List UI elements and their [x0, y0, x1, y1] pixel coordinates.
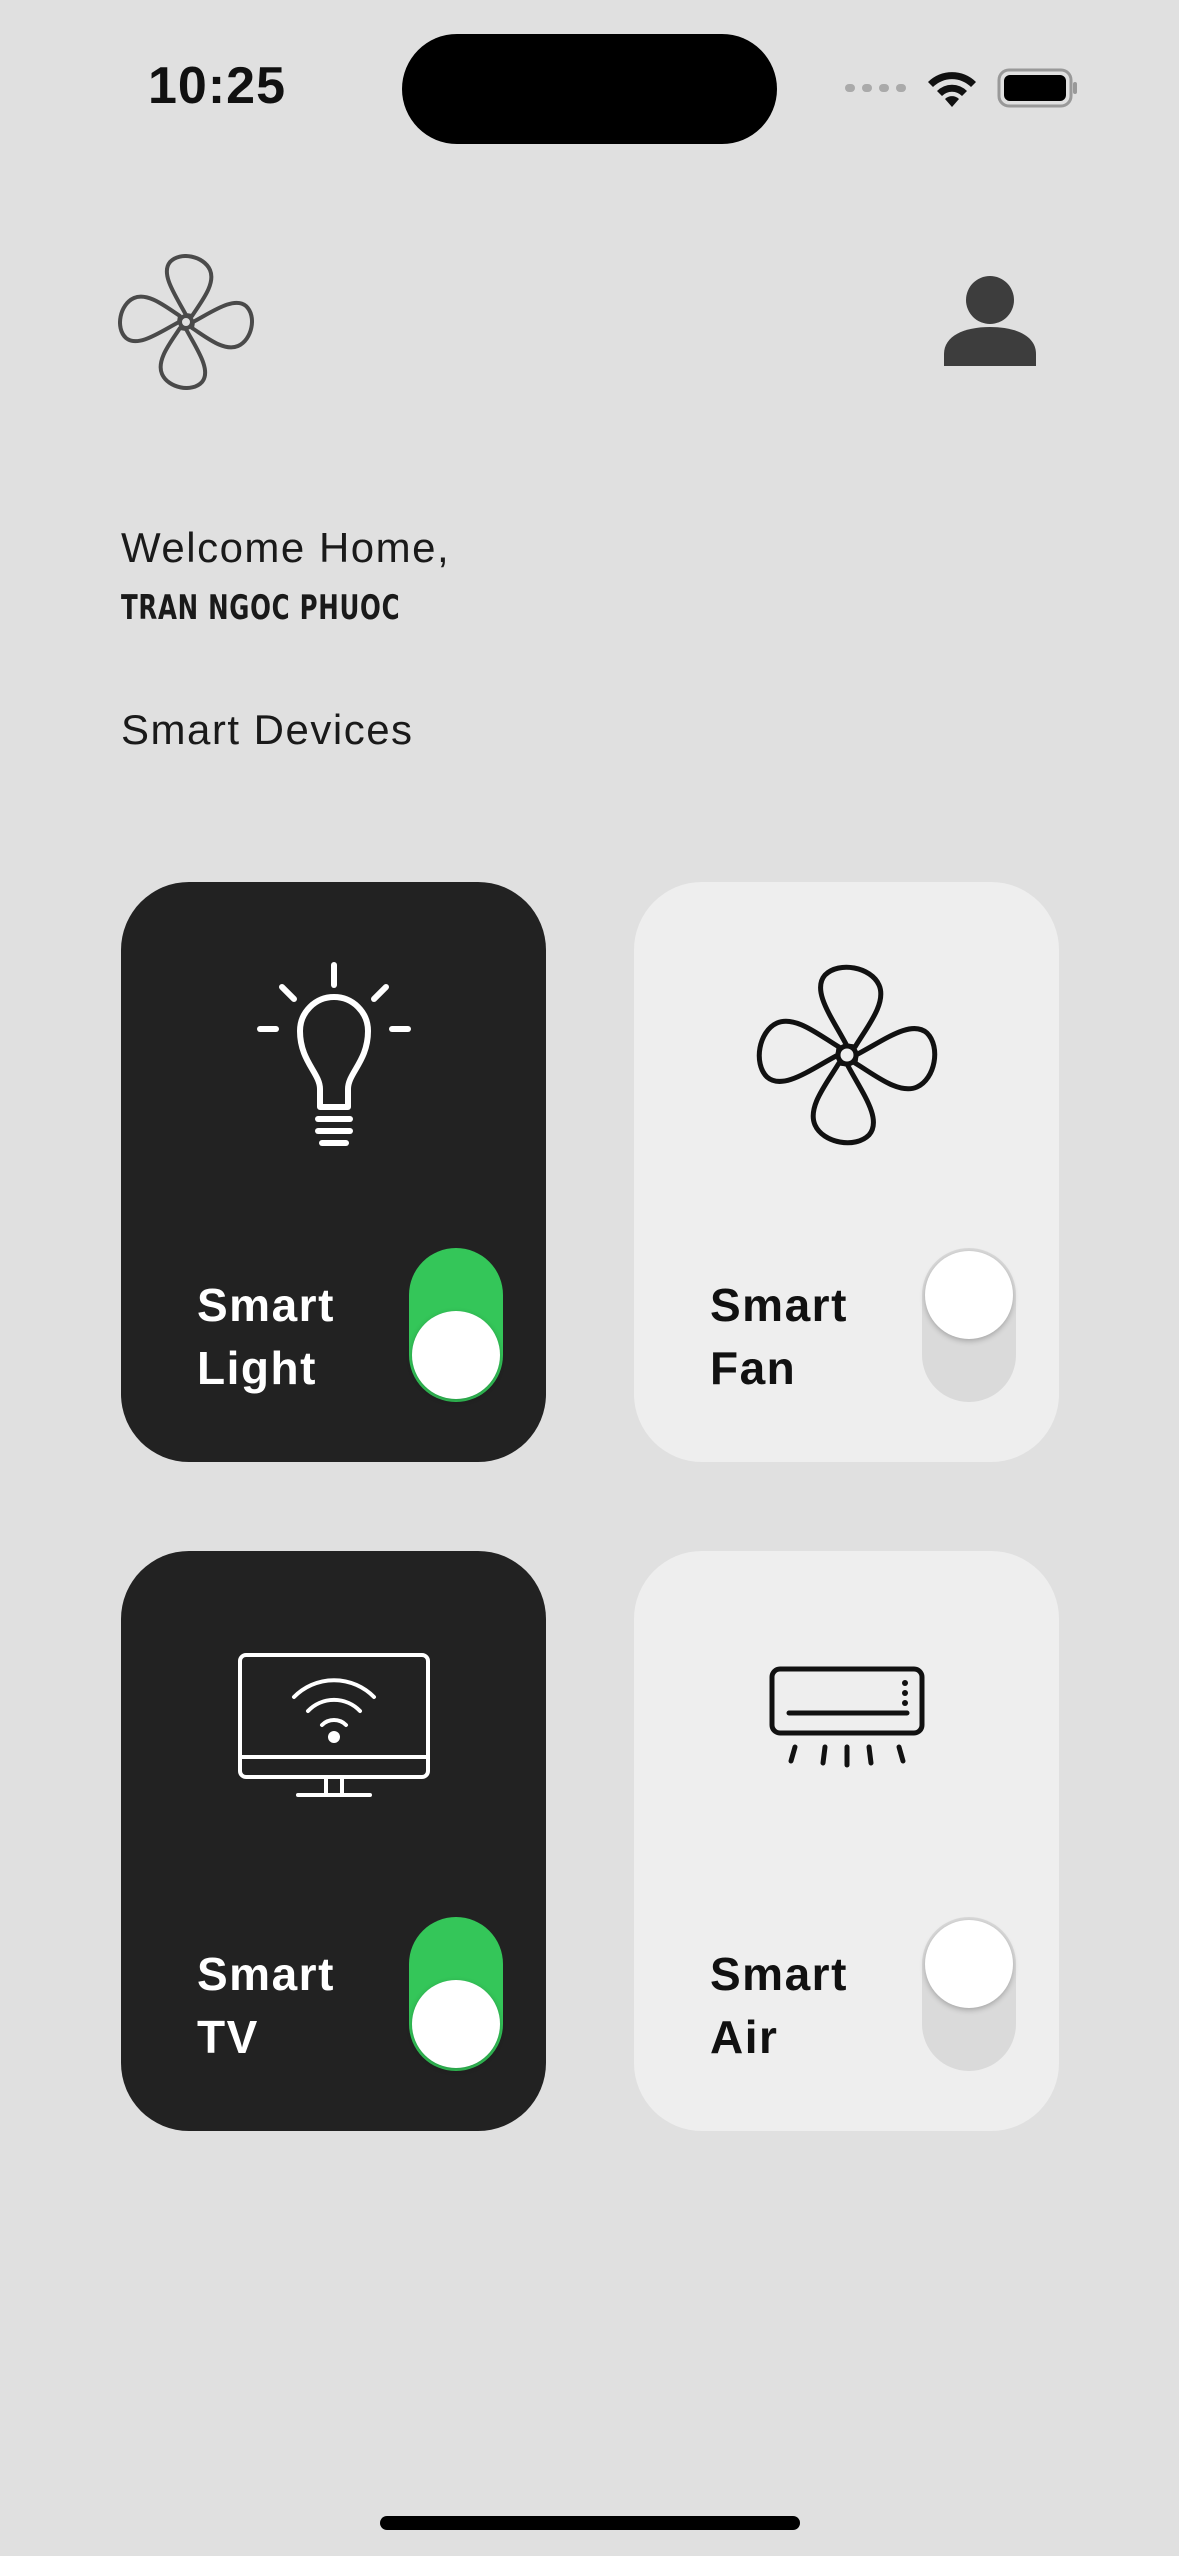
- air-conditioner-icon: [769, 1666, 924, 1768]
- status-time: 10:25: [148, 57, 286, 115]
- device-toggle[interactable]: [409, 1917, 503, 2071]
- dynamic-island: [402, 34, 777, 144]
- fan-icon: [118, 254, 254, 390]
- toggle-knob: [412, 1980, 500, 2068]
- device-toggle[interactable]: [922, 1248, 1016, 1402]
- device-card-smart-air[interactable]: Smart Air: [634, 1551, 1059, 2131]
- home-indicator[interactable]: [380, 2516, 800, 2530]
- device-card-smart-tv[interactable]: Smart TV: [121, 1551, 546, 2131]
- tv-icon: [237, 1653, 430, 1797]
- welcome-text: Welcome Home,: [121, 524, 451, 571]
- wifi-icon: [928, 72, 976, 107]
- screen: 10:25 Welcome Home, TRAN NGOC PHUOC Smar…: [0, 0, 1179, 2556]
- device-card-smart-light[interactable]: Smart Light: [121, 882, 546, 1462]
- fan-icon: [752, 964, 942, 1150]
- device-card-smart-fan[interactable]: Smart Fan: [634, 882, 1059, 1462]
- section-title: Smart Devices: [121, 706, 414, 753]
- battery-icon: [997, 68, 1077, 108]
- device-toggle[interactable]: [409, 1248, 503, 1402]
- user-name: TRAN NGOC PHUOC: [121, 588, 401, 628]
- toggle-knob: [925, 1251, 1013, 1339]
- lightbulb-icon: [256, 962, 411, 1146]
- device-label: Smart TV: [197, 1948, 335, 2063]
- device-label: Smart Air: [710, 1948, 848, 2063]
- toggle-knob: [412, 1311, 500, 1399]
- status-icons: [845, 62, 1079, 114]
- device-toggle[interactable]: [922, 1917, 1016, 2071]
- person-icon[interactable]: [940, 270, 1040, 370]
- toggle-knob: [925, 1920, 1013, 2008]
- signal-icon: [845, 84, 906, 92]
- device-label: Smart Light: [197, 1279, 335, 1394]
- device-label: Smart Fan: [710, 1279, 848, 1394]
